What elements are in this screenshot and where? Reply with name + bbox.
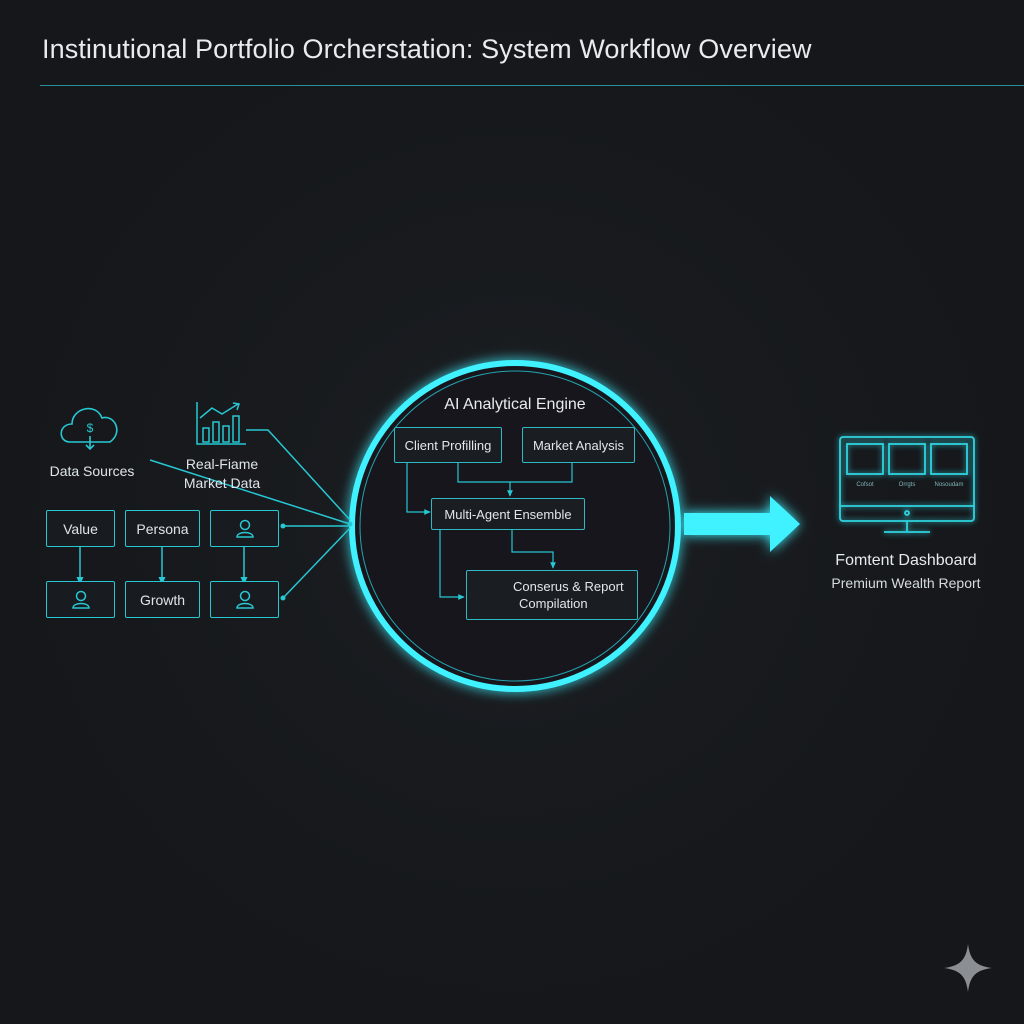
output-title: Fomtent Dashboard xyxy=(835,552,977,569)
value-label: Value xyxy=(63,520,98,537)
user-icon xyxy=(235,590,254,609)
market-data-label-line1: Real-Fiame xyxy=(185,456,259,472)
user-box-bottom-right xyxy=(210,581,279,618)
user-box-bottom-left xyxy=(46,581,115,618)
consensus-report-box: Conserus & Report Compilation xyxy=(466,570,638,620)
data-sources-label: Data Sources xyxy=(49,463,135,479)
market-analysis-box: Market Analysis xyxy=(522,427,635,463)
persona-box: Persona xyxy=(125,510,200,547)
consensus-label-line1: Conserus & Report xyxy=(513,579,624,594)
user-box-top xyxy=(210,510,279,547)
multi-agent-ensemble-box: Multi-Agent Ensemble xyxy=(431,498,585,530)
sparkle-icon xyxy=(944,944,992,992)
consensus-label-line2: Compilation xyxy=(519,596,588,611)
cloud-dollar-icon: $ xyxy=(60,407,118,451)
consensus-text: Conserus & Report Compilation xyxy=(467,578,624,612)
market-data-label-line2: Market Data xyxy=(183,475,261,491)
client-profiling-label: Client Profilling xyxy=(404,437,492,453)
growth-label: Growth xyxy=(139,591,186,608)
engine-title: AI Analytical Engine xyxy=(444,396,586,413)
user-icon xyxy=(71,590,90,609)
persona-label: Persona xyxy=(136,520,189,537)
svg-text:$: $ xyxy=(87,421,94,435)
value-box: Value xyxy=(46,510,115,547)
screen-label-2: Orrgts xyxy=(898,482,916,488)
growth-box: Growth xyxy=(125,581,200,618)
workflow-diagram: Instinutional Portfolio Orcherstation: S… xyxy=(0,0,1024,1024)
user-icon xyxy=(235,519,254,538)
bar-chart-icon xyxy=(196,402,246,445)
screen-label-3: Nosoudam xyxy=(934,482,964,488)
output-subtitle: Premium Wealth Report xyxy=(831,575,981,591)
multi-agent-ensemble-label: Multi-Agent Ensemble xyxy=(444,506,572,522)
screen-label-1: Cofsot xyxy=(856,482,874,488)
market-analysis-label: Market Analysis xyxy=(532,437,625,453)
client-profiling-box: Client Profilling xyxy=(394,427,502,463)
output-arrow xyxy=(684,496,800,552)
